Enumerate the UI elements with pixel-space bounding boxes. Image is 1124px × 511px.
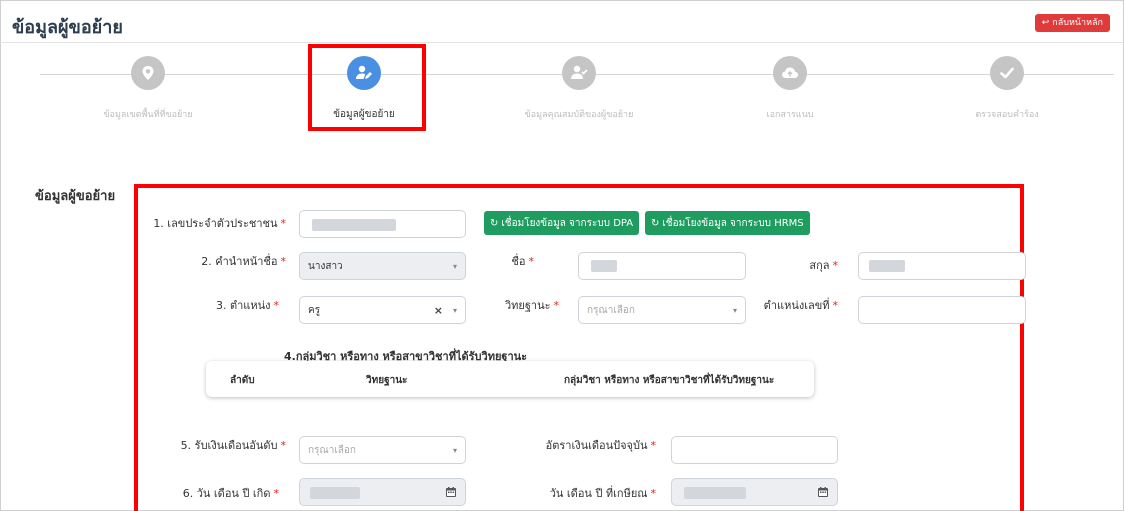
step-review[interactable]: ตรวจสอบคำร้อง	[937, 56, 1077, 121]
birthdate-input[interactable]	[299, 478, 466, 506]
academic-select[interactable]: กรุณาเลือก ▾	[578, 296, 746, 324]
subject-group-table: ลำดับ วิทยฐานะ กลุ่มวิชา หรือทาง หรือสาข…	[206, 361, 814, 397]
salary-level-select[interactable]: กรุณาเลือก ▾	[299, 436, 466, 464]
refresh-icon: ↻	[651, 217, 660, 229]
position-select[interactable]: ครู × ▾	[299, 296, 466, 324]
id-number-input[interactable]	[299, 210, 466, 238]
back-home-button[interactable]: ↩ กลับหน้าหลัก	[1034, 14, 1110, 32]
step-label: ข้อมูลเขตพื้นที่ที่ขอย้าย	[103, 110, 193, 120]
calendar-icon[interactable]	[817, 486, 829, 498]
back-home-label: กลับหน้าหลัก	[1052, 18, 1103, 28]
prefix-select[interactable]: นางสาว ▾	[299, 252, 466, 280]
salary-level-placeholder: กรุณาเลือก	[308, 444, 356, 456]
firstname-label: ชื่อ *	[511, 255, 534, 268]
back-arrow-icon: ↩	[1041, 18, 1050, 28]
prefix-value: นางสาว	[308, 260, 343, 272]
step-area[interactable]: ข้อมูลเขตพื้นที่ที่ขอย้าย	[78, 56, 218, 121]
hrms-link-button[interactable]: ↻ เชื่อมโยงข้อมูล จากระบบ HRMS	[645, 211, 810, 235]
chevron-down-icon: ▾	[732, 305, 737, 315]
calendar-icon[interactable]	[445, 486, 457, 498]
chevron-down-icon: ▾	[452, 305, 457, 315]
position-label: 3. ตำแหน่ง *	[215, 299, 279, 312]
check-icon	[990, 56, 1024, 90]
redacted-value	[684, 487, 746, 499]
clear-icon[interactable]: ×	[434, 304, 443, 317]
hrms-link-button-label: เชื่อมโยงข้อมูล จากระบบ HRMS	[662, 217, 804, 229]
salary-rate-input[interactable]	[671, 436, 838, 464]
birthdate-label: 6. วัน เดือน ปี เกิด *	[182, 487, 279, 500]
dpa-link-button[interactable]: ↻ เชื่อมโยงข้อมูล จากระบบ DPA	[484, 211, 640, 235]
academic-placeholder: กรุณาเลือก	[587, 304, 635, 316]
position-value: ครู	[308, 304, 321, 316]
page-title: ข้อมูลผู้ขอย้าย	[12, 17, 123, 38]
dpa-link-button-label: เชื่อมโยงข้อมูล จากระบบ DPA	[501, 217, 634, 229]
table-header-academic: วิทยฐานะ	[366, 375, 408, 386]
progress-stepper: ข้อมูลเขตพื้นที่ที่ขอย้าย ข้อมูลผู้ขอย้า…	[0, 56, 1124, 136]
cloud-upload-icon	[773, 56, 807, 90]
step-label: ข้อมูลคุณสมบัติของผู้ขอย้าย	[524, 110, 634, 120]
prefix-label: 2. คำนำหน้าชื่อ *	[201, 255, 286, 268]
page-header: ข้อมูลผู้ขอย้าย ↩ กลับหน้าหลัก	[0, 0, 1124, 43]
lastname-input[interactable]	[858, 252, 1026, 280]
retire-date-input[interactable]	[671, 478, 838, 506]
chevron-down-icon: ▾	[452, 445, 457, 455]
redacted-value	[591, 260, 617, 272]
map-pin-icon	[131, 56, 165, 90]
section-title: ข้อมูลผู้ขอย้าย	[35, 189, 116, 204]
academic-label: วิทยฐานะ *	[504, 299, 559, 312]
lastname-label: สกุล *	[809, 259, 838, 272]
refresh-icon: ↻	[490, 217, 499, 229]
table-header-subject-group: กลุ่มวิชา หรือทาง หรือสาขาวิชาที่ได้รับว…	[564, 375, 775, 386]
step-label: เอกสารแนบ	[766, 110, 814, 120]
retire-date-label: วัน เดือน ปี ที่เกษียณ *	[549, 487, 656, 500]
step-qualification[interactable]: ข้อมูลคุณสมบัติของผู้ขอย้าย	[509, 56, 649, 121]
chevron-down-icon: ▾	[452, 261, 457, 271]
salary-rate-label: อัตราเงินเดือนปัจจุบัน *	[545, 439, 656, 452]
highlight-active-step	[308, 44, 426, 131]
salary-level-label: 5. รับเงินเดือนอันดับ *	[180, 439, 286, 452]
redacted-value	[312, 219, 396, 231]
redacted-value	[869, 260, 905, 272]
step-label: ตรวจสอบคำร้อง	[975, 110, 1039, 120]
table-header-order: ลำดับ	[230, 375, 255, 386]
user-check-icon	[562, 56, 596, 90]
id-number-label: 1. เลขประจำตัวประชาชน *	[153, 217, 286, 230]
position-number-input[interactable]	[858, 296, 1026, 324]
firstname-input[interactable]	[578, 252, 746, 280]
position-number-label: ตำแหน่งเลขที่ *	[763, 299, 838, 312]
step-attachments[interactable]: เอกสารแนบ	[720, 56, 860, 121]
redacted-value	[310, 487, 360, 499]
